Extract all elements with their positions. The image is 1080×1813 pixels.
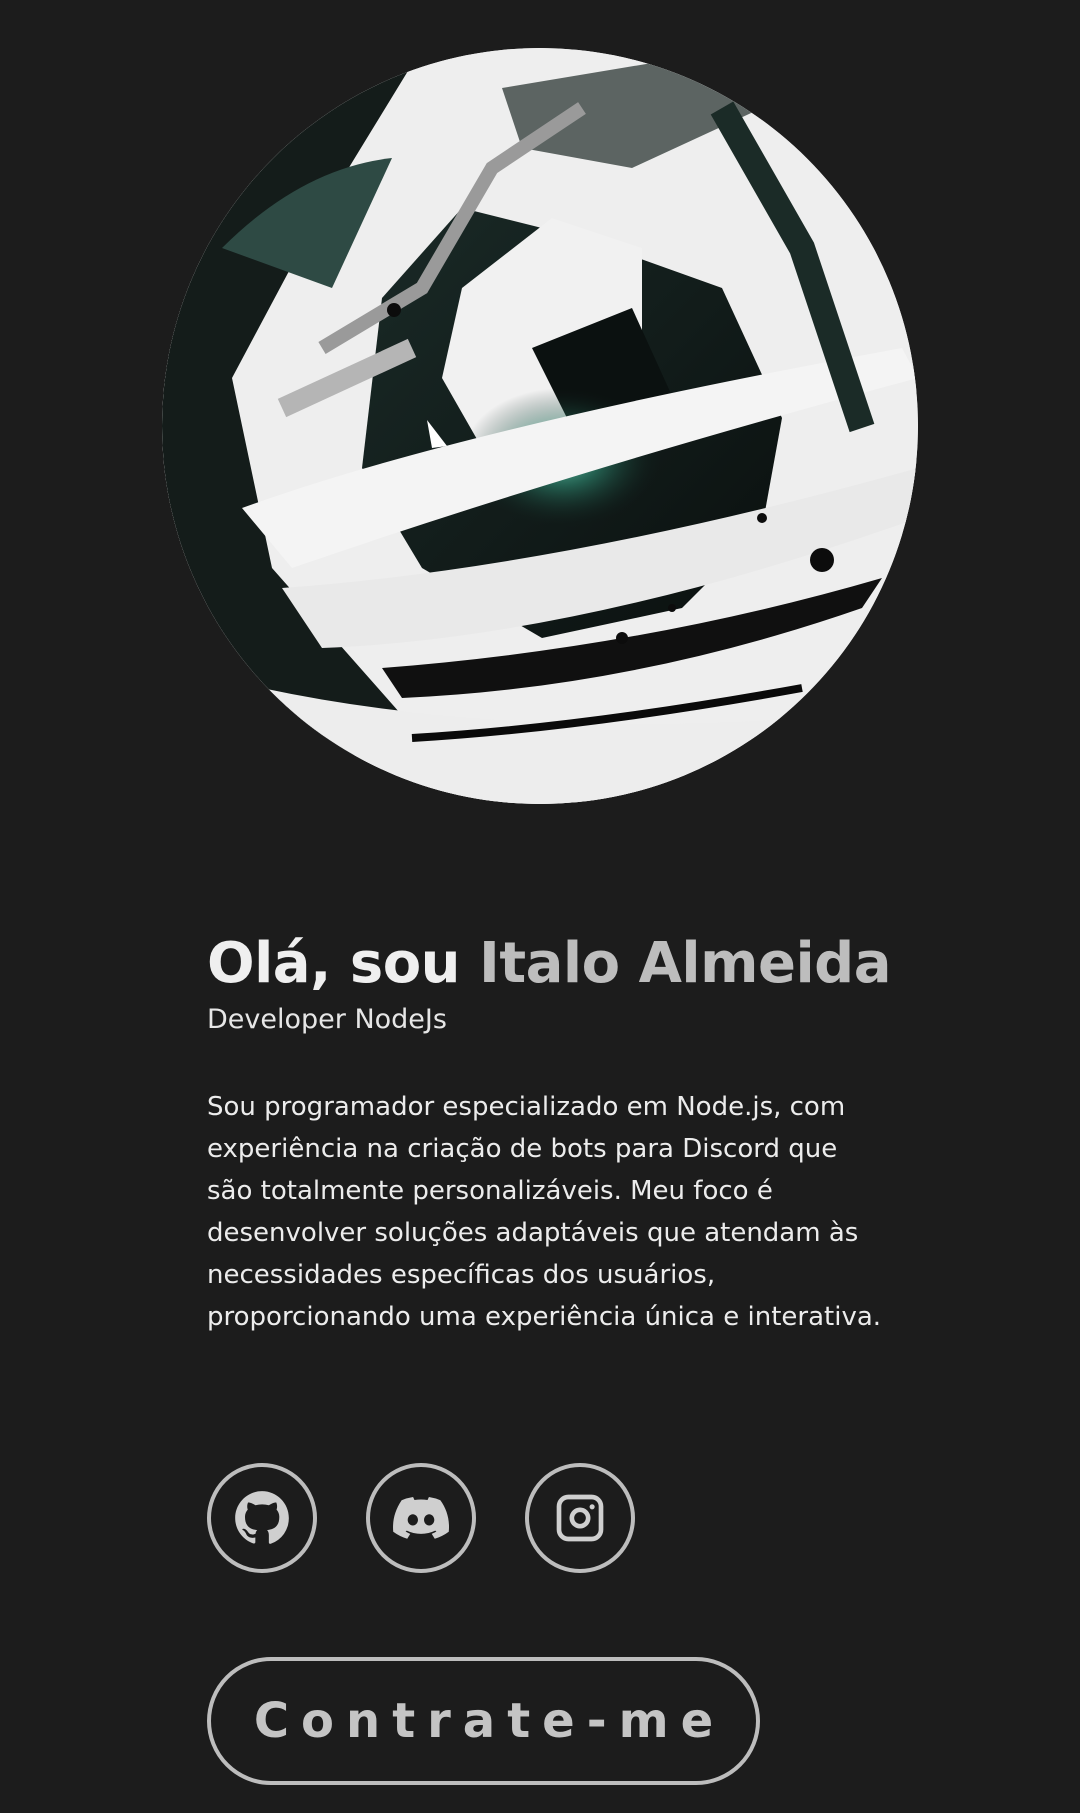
github-link[interactable] xyxy=(207,1463,317,1573)
github-icon xyxy=(235,1491,289,1544)
profile-role: Developer NodeJs xyxy=(207,1004,447,1035)
discord-link[interactable] xyxy=(366,1463,476,1573)
avatar-artwork xyxy=(162,48,918,804)
instagram-icon xyxy=(556,1494,604,1542)
hire-me-button[interactable]: Contrate-me xyxy=(207,1657,760,1785)
social-links xyxy=(207,1463,635,1573)
discord-icon xyxy=(393,1497,449,1539)
greeting-heading: Olá, sou Italo Almeida xyxy=(207,928,892,1000)
intro-section: Olá, sou Italo Almeida Developer NodeJs … xyxy=(207,928,892,1338)
instagram-link[interactable] xyxy=(525,1463,635,1573)
profile-name: Italo Almeida xyxy=(479,931,892,996)
profile-bio: Sou programador especializado em Node.js… xyxy=(207,1092,882,1332)
greeting-prefix: Olá, sou xyxy=(207,931,480,996)
profile-avatar xyxy=(162,48,918,804)
